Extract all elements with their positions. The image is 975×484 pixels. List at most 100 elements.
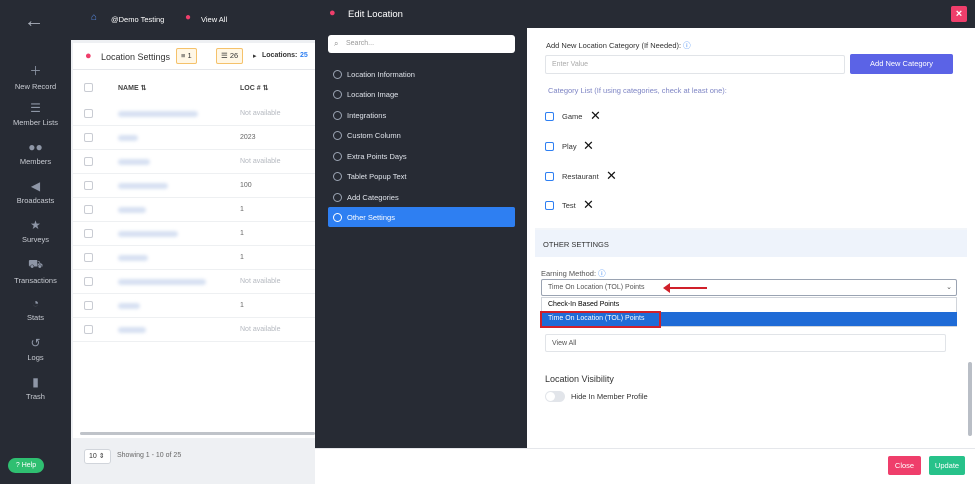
table-row[interactable]: 1 xyxy=(73,294,315,318)
row-checkbox[interactable] xyxy=(84,181,93,190)
nav-location-information[interactable]: Location Information xyxy=(333,70,415,79)
updown-icon: ⇕ xyxy=(98,453,105,460)
plus-icon: ＋ xyxy=(29,64,42,78)
category-checkbox-game[interactable] xyxy=(545,112,554,121)
help-icon[interactable]: ⓘ xyxy=(598,269,606,278)
help-button[interactable]: ? Help xyxy=(8,458,44,473)
sort-icon: ⇅ xyxy=(262,85,269,92)
label-text: Add New Location Category (If Needed): xyxy=(546,41,682,50)
sidebar-item-member-lists[interactable]: ☰ Member Lists xyxy=(0,101,71,127)
loc-number: 2023 xyxy=(240,134,256,141)
table-row[interactable]: Not available xyxy=(73,102,315,126)
category-checkbox-restaurant[interactable] xyxy=(545,172,554,181)
earning-method-select[interactable]: Time On Location (TOL) Points ⌄ xyxy=(541,279,957,296)
row-checkbox[interactable] xyxy=(84,325,93,334)
row-checkbox[interactable] xyxy=(84,229,93,238)
modal-title: Edit Location xyxy=(348,9,403,20)
sidebar-item-transactions[interactable]: ⛟ Transactions xyxy=(0,257,71,285)
update-button[interactable]: Update xyxy=(929,456,965,475)
remove-category-icon[interactable]: ✕ xyxy=(590,109,601,122)
nav-tablet-popup-text[interactable]: Tablet Popup Text xyxy=(333,172,407,181)
table-row[interactable]: Not available xyxy=(73,318,315,342)
row-checkbox[interactable] xyxy=(84,205,93,214)
nav-add-categories[interactable]: Add Categories xyxy=(333,193,399,202)
sidebar-item-members[interactable]: ●● Members xyxy=(0,140,71,166)
sidebar-item-label: Member Lists xyxy=(12,118,58,127)
close-button[interactable]: Close xyxy=(888,456,921,475)
account-name[interactable]: @Demo Testing xyxy=(111,15,164,24)
horizontal-scrollbar[interactable] xyxy=(80,432,315,435)
nav-extra-points-days[interactable]: Extra Points Days xyxy=(333,152,407,161)
category-label: Game xyxy=(562,112,583,121)
table-row[interactable]: 1 xyxy=(73,222,315,246)
page-size-select[interactable]: 10 ⇕ xyxy=(84,449,111,464)
row-checkbox[interactable] xyxy=(84,109,93,118)
pie-icon: ◔ xyxy=(31,296,40,310)
blurred-name xyxy=(118,255,148,261)
category-checkbox-test[interactable] xyxy=(545,201,554,210)
table-row[interactable]: 2023 xyxy=(73,126,315,150)
blurred-name xyxy=(118,279,206,285)
category-checkbox-play[interactable] xyxy=(545,142,554,151)
filter-chip[interactable]: ≡ 1 xyxy=(176,48,197,64)
nav-custom-column[interactable]: Custom Column xyxy=(333,131,401,140)
view-all-link[interactable]: View All xyxy=(201,15,227,24)
blurred-name xyxy=(118,159,150,165)
table-row[interactable]: Not available xyxy=(73,150,315,174)
dropdown-option[interactable]: Check-In Based Points xyxy=(541,298,957,312)
nav-location-image[interactable]: Location Image xyxy=(333,90,398,99)
category-icon xyxy=(333,193,342,202)
blurred-name xyxy=(118,231,178,237)
sidebar-item-surveys[interactable]: ★ Surveys xyxy=(0,218,71,244)
table-row[interactable]: Not available xyxy=(73,270,315,294)
row-checkbox[interactable] xyxy=(84,253,93,262)
sidebar-item-label: Trash xyxy=(26,392,45,401)
remove-category-icon[interactable]: ✕ xyxy=(606,169,617,182)
category-label: Test xyxy=(562,201,576,210)
filter-count: 1 xyxy=(187,51,192,60)
row-checkbox[interactable] xyxy=(84,301,93,310)
back-arrow-icon[interactable]: ← xyxy=(24,10,44,33)
add-category-input[interactable]: Enter Value xyxy=(545,55,845,74)
nav-integrations[interactable]: Integrations xyxy=(333,111,386,120)
row-checkbox[interactable] xyxy=(84,133,93,142)
view-select[interactable]: View All xyxy=(545,334,946,352)
sidebar-item-trash[interactable]: ▮ Trash xyxy=(0,375,71,401)
sidebar-item-stats[interactable]: ◔ Stats xyxy=(0,296,71,322)
nav-search-input[interactable]: Search... xyxy=(328,35,515,53)
column-header-loc[interactable]: LOC # ⇅ xyxy=(240,84,268,92)
help-icon[interactable]: ⓘ xyxy=(683,41,691,50)
row-checkbox[interactable] xyxy=(84,157,93,166)
remove-category-icon[interactable]: ✕ xyxy=(583,139,594,152)
nav-other-settings[interactable]: Other Settings xyxy=(333,213,395,222)
locations-label: Locations: xyxy=(262,52,298,59)
location-pin-icon: ● xyxy=(185,12,192,23)
remove-category-icon[interactable]: ✕ xyxy=(583,198,594,211)
filter-icon: ≡ xyxy=(181,51,186,60)
column-header-name[interactable]: NAME ⇅ xyxy=(118,84,146,92)
nav-label: Custom Column xyxy=(347,131,401,140)
select-all-checkbox[interactable] xyxy=(84,83,93,92)
table-row[interactable]: 100 xyxy=(73,174,315,198)
expand-icon[interactable]: ▸ xyxy=(253,52,257,60)
users-icon: ●● xyxy=(28,140,43,154)
nav-label: Integrations xyxy=(347,111,387,120)
table-row[interactable]: 1 xyxy=(73,198,315,222)
top-bar: ⌂ @Demo Testing ● View All xyxy=(71,0,315,40)
table-row[interactable]: 1 xyxy=(73,246,315,270)
modal-close-button[interactable]: × xyxy=(951,6,967,22)
vertical-scrollbar[interactable] xyxy=(968,362,972,436)
annotation-highlight-box xyxy=(540,311,661,328)
sidebar-item-logs[interactable]: ↺ Logs xyxy=(0,336,71,362)
info-icon xyxy=(333,70,342,79)
hide-member-toggle[interactable] xyxy=(545,391,565,402)
list-chip[interactable]: ☰ 26 xyxy=(216,48,244,64)
other-settings-header: OTHER SETTINGS xyxy=(535,230,967,257)
location-list-header: ● Location Settings ≡ 1 ☰ 26 ▸ Locations… xyxy=(73,43,315,70)
sidebar-item-new-record[interactable]: ＋ New Record xyxy=(0,62,71,91)
add-category-button[interactable]: Add New Category xyxy=(850,54,953,74)
row-checkbox[interactable] xyxy=(84,277,93,286)
sidebar-item-broadcasts[interactable]: ◀ Broadcasts xyxy=(0,179,71,205)
sidebar-item-label: Transactions xyxy=(14,276,57,285)
blurred-name xyxy=(118,135,138,141)
